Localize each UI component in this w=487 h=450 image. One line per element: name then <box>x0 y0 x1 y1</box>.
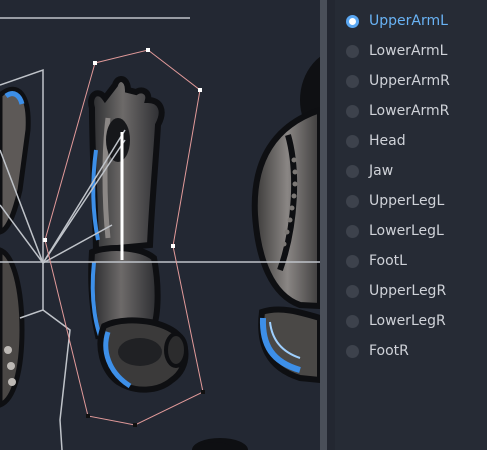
torso-sprite-fragment <box>192 56 320 450</box>
radio-unchecked-icon[interactable] <box>346 225 359 238</box>
sprite-canvas[interactable] <box>0 0 320 450</box>
bone-item-lowerlegr[interactable]: LowerLegR <box>335 307 487 337</box>
skeleton-editor: Torso UpperArmL LowerArmL UpperArmR LowerArm… <box>0 0 487 450</box>
bone-item-label: FootR <box>369 343 409 359</box>
bone-item-label: FootL <box>369 253 407 269</box>
bone-item-torso[interactable]: Torso <box>335 0 487 7</box>
canvas-viewport[interactable] <box>0 0 320 450</box>
radio-unchecked-icon[interactable] <box>346 105 359 118</box>
bone-item-lowerlegl[interactable]: LowerLegL <box>335 217 487 247</box>
bone-item-label: LowerLegR <box>369 313 446 329</box>
bone-item-label: UpperArmL <box>369 13 448 29</box>
vertex-handle[interactable] <box>198 88 202 92</box>
vertex-handle[interactable] <box>171 244 175 248</box>
radio-unchecked-icon[interactable] <box>346 45 359 58</box>
bone-item-footl[interactable]: FootL <box>335 247 487 277</box>
bone-item-label: LowerArmR <box>369 103 450 119</box>
bone-item-label: Head <box>369 133 406 149</box>
bone-item-upperlegr[interactable]: UpperLegR <box>335 277 487 307</box>
radio-unchecked-icon[interactable] <box>346 315 359 328</box>
bone-list: Torso UpperArmL LowerArmL UpperArmR LowerArm… <box>335 0 487 367</box>
bone-item-label: LowerLegL <box>369 223 444 239</box>
bone-item-label: UpperLegL <box>369 193 445 209</box>
radio-unchecked-icon[interactable] <box>346 285 359 298</box>
bone-item-footr[interactable]: FootR <box>335 337 487 367</box>
bone-item-label: LowerArmL <box>369 43 448 59</box>
vertex-handle[interactable] <box>201 390 205 394</box>
upper-arm-sprite[interactable] <box>88 76 233 450</box>
radio-unchecked-icon[interactable] <box>346 255 359 268</box>
vertex-handle[interactable] <box>86 414 90 418</box>
bone-item-upperlegl[interactable]: UpperLegL <box>335 187 487 217</box>
bone-item-lowerarml[interactable]: LowerArmL <box>335 37 487 67</box>
bone-item-head[interactable]: Head <box>335 127 487 157</box>
panel-splitter[interactable] <box>320 0 327 450</box>
bone-item-lowerarmr[interactable]: LowerArmR <box>335 97 487 127</box>
vertex-handle[interactable] <box>93 61 97 65</box>
bone-item-label: UpperArmR <box>369 73 450 89</box>
radio-checked-icon[interactable] <box>346 15 359 28</box>
bone-list-panel: Torso UpperArmL LowerArmL UpperArmR LowerArm… <box>335 0 487 450</box>
bone-item-label: Jaw <box>369 163 394 179</box>
radio-unchecked-icon[interactable] <box>346 75 359 88</box>
bone-item-upperarml[interactable]: UpperArmL <box>335 7 487 37</box>
panel-splitter-shadow <box>327 0 335 450</box>
bone-item-upperarmr[interactable]: UpperArmR <box>335 67 487 97</box>
radio-unchecked-icon[interactable] <box>346 165 359 178</box>
vertex-handle[interactable] <box>133 423 137 427</box>
left-sprite-fragment <box>0 86 31 408</box>
bone-item-label: UpperLegR <box>369 283 447 299</box>
vertex-handle[interactable] <box>43 238 47 242</box>
radio-unchecked-icon[interactable] <box>346 135 359 148</box>
radio-unchecked-icon[interactable] <box>346 345 359 358</box>
radio-unchecked-icon[interactable] <box>346 195 359 208</box>
bone-item-jaw[interactable]: Jaw <box>335 157 487 187</box>
vertex-handle[interactable] <box>146 48 150 52</box>
